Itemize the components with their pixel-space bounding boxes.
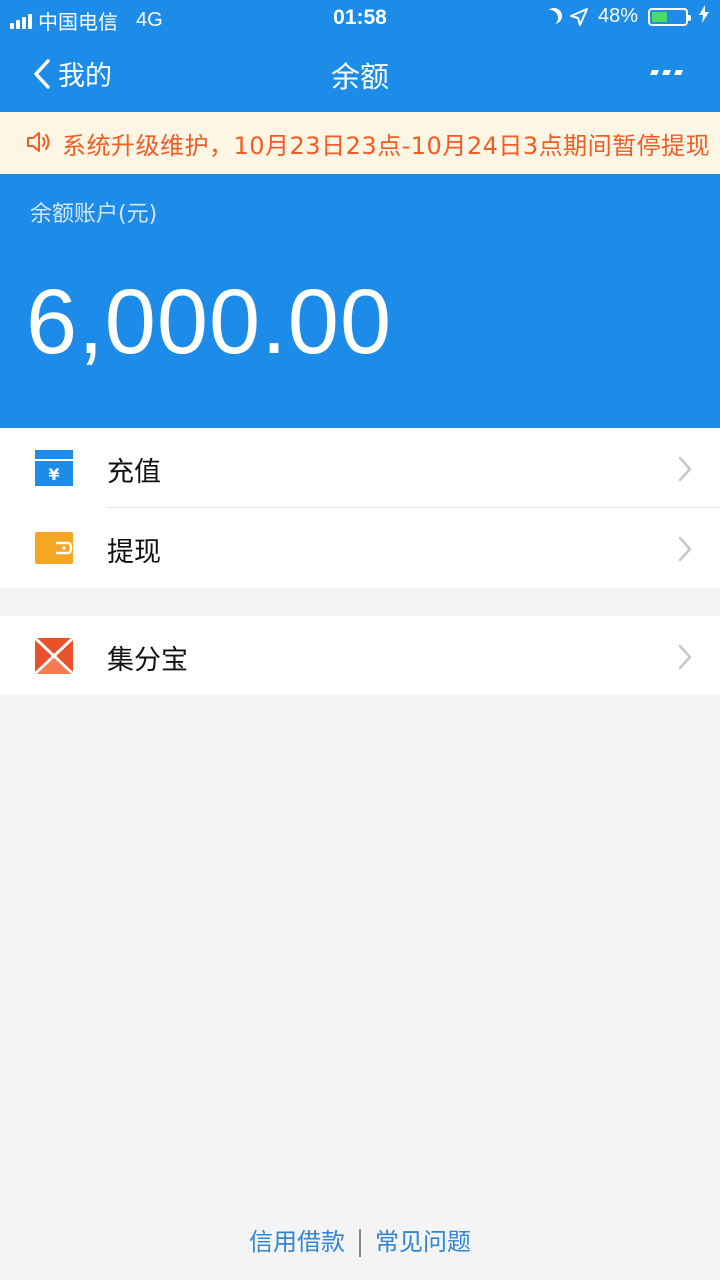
credit-loan-link[interactable]: 信用借款 — [249, 1228, 345, 1256]
balance-card: 余额账户(元) 6,000.00 — [0, 174, 720, 428]
chevron-right-icon — [678, 536, 692, 566]
jifenbao-label: 集分宝 — [107, 645, 188, 676]
battery-icon — [648, 7, 691, 26]
wallet-icon — [34, 529, 74, 567]
withdraw-label: 提现 — [107, 537, 161, 568]
speaker-icon — [26, 130, 52, 158]
menu-group-funds: ¥ 充值 提现 — [0, 428, 720, 588]
back-label: 我的 — [58, 61, 112, 92]
more-dot-icon — [674, 70, 683, 75]
back-button[interactable]: 我的 — [32, 54, 112, 93]
more-dot-icon — [650, 70, 659, 75]
footer-links: 信用借款 常见问题 — [0, 1222, 720, 1257]
battery-fill — [652, 11, 667, 22]
withdraw-row[interactable]: 提现 — [0, 508, 720, 588]
location-arrow-icon — [569, 7, 588, 26]
link-separator — [359, 1229, 361, 1257]
more-options-button[interactable] — [650, 70, 683, 75]
svg-text:¥: ¥ — [48, 465, 59, 484]
balance-amount: 6,000.00 — [26, 271, 393, 373]
balance-label: 余额账户(元) — [30, 202, 158, 227]
recharge-row[interactable]: ¥ 充值 — [0, 428, 720, 508]
more-dot-icon — [662, 70, 671, 75]
recharge-label: 充值 — [107, 457, 161, 488]
chevron-right-icon — [678, 456, 692, 486]
menu-group-points: 集分宝 — [0, 616, 720, 695]
notice-banner[interactable]: 系统升级维护，10月23日23点-10月24日3点期间暂停提现 — [0, 112, 720, 174]
notice-text: 系统升级维护，10月23日23点-10月24日3点期间暂停提现 — [62, 132, 711, 160]
charging-bolt-icon — [698, 5, 710, 28]
status-right: 48% — [544, 5, 710, 28]
battery-percent: 48% — [597, 5, 638, 27]
navigation-bar: 我的 余额 — [0, 36, 720, 112]
chevron-left-icon — [34, 58, 50, 89]
jifenbao-icon — [33, 636, 75, 676]
faq-link[interactable]: 常见问题 — [375, 1228, 471, 1256]
status-bar: 中国电信 4G 01:58 48% — [0, 0, 720, 36]
jifenbao-row[interactable]: 集分宝 — [0, 616, 720, 696]
moon-icon — [542, 10, 558, 26]
recharge-icon: ¥ — [34, 449, 74, 487]
chevron-right-icon — [678, 644, 692, 674]
